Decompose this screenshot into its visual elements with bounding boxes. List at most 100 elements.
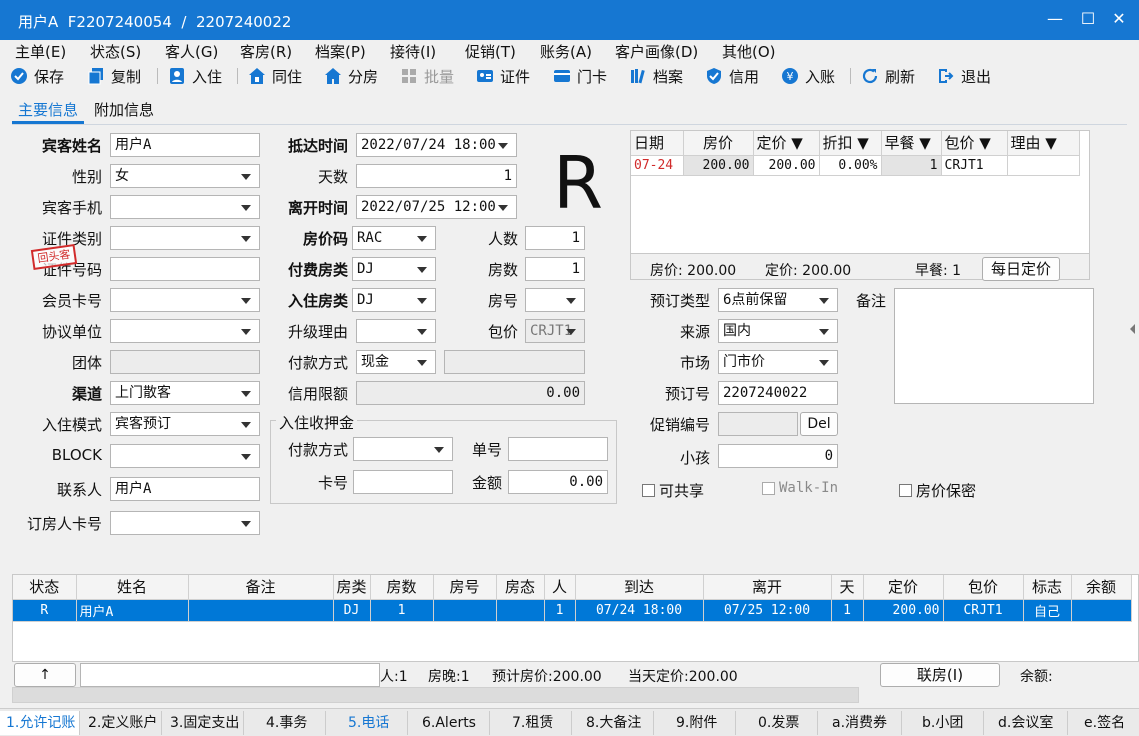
table-row[interactable]: R 用户A DJ 1 1 07/24 18:00 07/25 12:00 1 2… (13, 599, 1132, 622)
list-cell-persons[interactable]: 1 (544, 599, 576, 622)
rooms-input[interactable]: 1 (525, 257, 585, 281)
maximize-button[interactable]: ☐ (1077, 8, 1099, 30)
dep-card-input[interactable] (353, 470, 453, 494)
persons-input[interactable]: 1 (525, 226, 585, 250)
gender-select[interactable]: 女 (110, 164, 260, 188)
roomno-select[interactable] (525, 288, 585, 312)
list-header-name[interactable]: 姓名 (76, 575, 189, 600)
menu-reception[interactable]: 接待(I) (390, 41, 436, 62)
dep-bill-input[interactable] (508, 437, 608, 461)
filter-input[interactable] (80, 663, 380, 687)
phone-select[interactable] (110, 195, 260, 219)
rate-cell-fixed[interactable]: 200.00 (753, 155, 820, 176)
list-cell-name[interactable]: 用户A (76, 599, 189, 622)
profile-button[interactable]: 档案 (629, 64, 683, 88)
list-cell-flag[interactable]: 自己 (1023, 599, 1072, 622)
list-header-days[interactable]: 天 (831, 575, 864, 600)
list-header-roomno[interactable]: 房号 (433, 575, 497, 600)
menu-guest[interactable]: 客人(G) (165, 41, 218, 62)
checkin-button[interactable]: 入住 (168, 64, 222, 88)
guest-name-input[interactable]: 用户A (110, 133, 260, 157)
child-input[interactable]: 0 (718, 444, 838, 468)
list-cell-roomtype[interactable]: DJ (333, 599, 371, 622)
source-select[interactable]: 国内 (718, 319, 838, 343)
split-room-button[interactable]: 分房 (324, 64, 378, 88)
tab-fixed-expense[interactable]: 3.固定支出 (162, 711, 244, 735)
list-cell-balance[interactable] (1071, 599, 1132, 622)
checkbox-box[interactable] (642, 484, 655, 497)
list-header-balance[interactable]: 余额 (1071, 575, 1132, 600)
menu-main[interactable]: 主单(E) (15, 41, 66, 62)
batch-button[interactable]: 批量 (400, 64, 454, 88)
menu-status[interactable]: 状态(S) (90, 41, 141, 62)
menu-portrait[interactable]: 客户画像(D) (615, 41, 698, 62)
tab-attachment[interactable]: 9.附件 (654, 711, 736, 735)
shareable-checkbox[interactable]: 可共享 (642, 480, 704, 501)
tab-voucher[interactable]: a.消费券 (818, 711, 902, 735)
roomtype-select[interactable]: DJ (352, 288, 436, 312)
market-select[interactable]: 门市价 (718, 350, 838, 374)
rate-secret-checkbox[interactable]: 房价保密 (899, 480, 976, 501)
list-cell-roomstate[interactable] (496, 599, 545, 622)
tab-lease[interactable]: 7.租赁 (490, 711, 572, 735)
rate-cell-discount[interactable]: 0.00% (819, 155, 882, 176)
idtype-select[interactable] (110, 226, 260, 250)
credit-button[interactable]: 信用 (705, 64, 759, 88)
rate-header-date[interactable]: 日期 (631, 131, 684, 156)
member-select[interactable] (110, 288, 260, 312)
rate-cell-breakfast[interactable]: 1 (881, 155, 942, 176)
booktype-select[interactable]: 6点前保留 (718, 288, 838, 312)
menu-other[interactable]: 其他(O) (722, 41, 776, 62)
daily-rate-button[interactable]: 每日定价 (982, 257, 1060, 281)
menu-room[interactable]: 客房(R) (240, 41, 292, 62)
checkbox-box[interactable] (899, 484, 912, 497)
contact-input[interactable]: 用户A (110, 477, 260, 501)
days-input[interactable]: 1 (356, 164, 517, 188)
list-cell-remark[interactable] (188, 599, 334, 622)
depart-datetime[interactable]: 2022/07/25 12:00 (356, 195, 517, 219)
list-header-persons[interactable]: 人 (544, 575, 576, 600)
list-header-roomstate[interactable]: 房态 (496, 575, 545, 600)
tab-small-group[interactable]: b.小团 (902, 711, 984, 735)
list-header-flag[interactable]: 标志 (1023, 575, 1072, 600)
refresh-button[interactable]: 刷新 (861, 64, 915, 88)
tab-main-info[interactable]: 主要信息 (18, 99, 78, 120)
list-cell-rooms[interactable]: 1 (370, 599, 434, 622)
paytype-select[interactable]: DJ (352, 257, 436, 281)
list-cell-days[interactable]: 1 (831, 599, 864, 622)
tab-affairs[interactable]: 4.事务 (244, 711, 326, 735)
rate-header-discount[interactable]: 折扣 ▼ (819, 131, 882, 156)
room-card-button[interactable]: 门卡 (553, 64, 607, 88)
list-cell-rate[interactable]: 200.00 (863, 599, 944, 622)
rate-cell-package[interactable]: CRJT1 (941, 155, 1008, 176)
booker-select[interactable] (110, 511, 260, 535)
ratecode-select[interactable]: RAC (352, 226, 436, 250)
upgrade-select[interactable] (356, 319, 436, 343)
collapse-arrow-icon[interactable] (1130, 324, 1135, 334)
resno-input[interactable]: 2207240022 (718, 381, 838, 405)
company-select[interactable] (110, 319, 260, 343)
remark-textarea[interactable] (894, 288, 1094, 404)
del-button[interactable]: Del (800, 412, 838, 436)
idno-input[interactable] (110, 257, 260, 281)
list-header-arrive[interactable]: 到达 (575, 575, 704, 600)
menu-profile[interactable]: 档案(P) (315, 41, 366, 62)
list-cell-package[interactable]: CRJT1 (943, 599, 1024, 622)
payment-select[interactable]: 现金 (356, 350, 436, 374)
certificate-button[interactable]: 证件 (476, 64, 530, 88)
list-header-rate[interactable]: 定价 (863, 575, 944, 600)
tab-invoice[interactable]: 0.发票 (736, 711, 818, 735)
copy-button[interactable]: 复制 (87, 64, 141, 88)
rate-header-package[interactable]: 包价 ▼ (941, 131, 1008, 156)
post-button[interactable]: ¥ 入账 (781, 64, 835, 88)
link-rooms-button[interactable]: 联房(I) (880, 663, 1000, 687)
minimize-button[interactable]: — (1044, 8, 1066, 30)
close-button[interactable]: ✕ (1108, 8, 1130, 30)
mode-select[interactable]: 宾客预订 (110, 412, 260, 436)
channel-select[interactable]: 上门散客 (110, 381, 260, 405)
list-header-status[interactable]: 状态 (13, 575, 77, 600)
tab-signature[interactable]: e.签名 (1068, 711, 1139, 735)
tab-alerts[interactable]: 6.Alerts (408, 711, 490, 735)
tab-extra-info[interactable]: 附加信息 (94, 99, 154, 120)
tab-big-remark[interactable]: 8.大备注 (572, 711, 654, 735)
